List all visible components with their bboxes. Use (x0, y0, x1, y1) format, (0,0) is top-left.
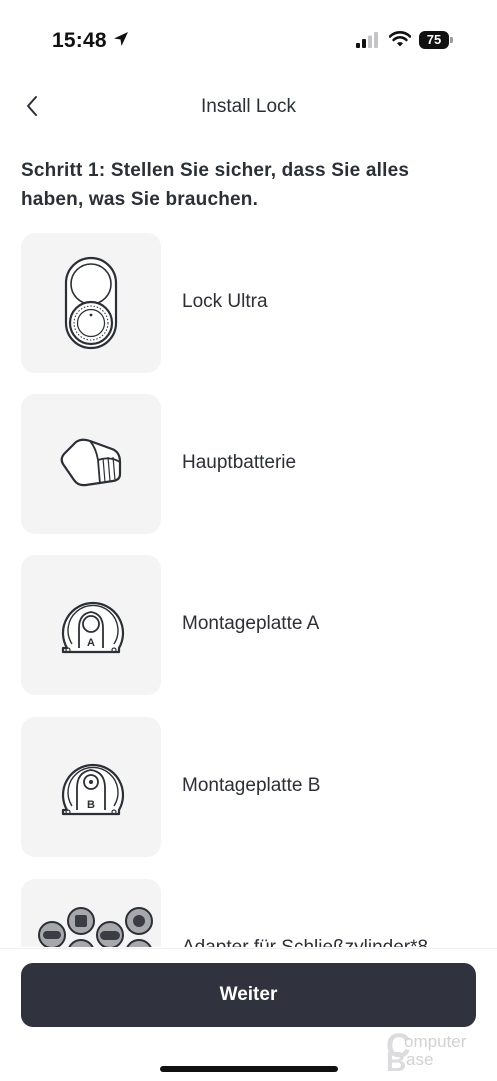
battery-level: 75 (426, 32, 442, 47)
list-item: Lock Ultra (21, 233, 481, 373)
list-item: Adapter für Schließzylinder*8 (21, 879, 481, 947)
list-item: B Montageplatte B (21, 717, 481, 857)
svg-text:ase: ase (406, 1050, 433, 1069)
nav-bar: Install Lock (0, 82, 497, 132)
battery-pack-icon (60, 438, 122, 487)
computerbase-watermark: C B omputer ase (386, 1027, 467, 1073)
home-indicator (160, 1066, 338, 1072)
item-image (21, 394, 161, 534)
item-image: B (21, 717, 161, 857)
item-label: Adapter für Schließzylinder*8 (182, 937, 428, 947)
list-item: Hauptbatterie (21, 394, 481, 534)
next-button[interactable]: Weiter (21, 963, 476, 1027)
battery-icon: 75 (419, 31, 453, 49)
item-image (21, 879, 161, 947)
status-bar: 15:48 75 (0, 0, 497, 80)
list-item: A Montageplatte A (21, 555, 481, 695)
item-label: Montageplatte B (182, 775, 321, 796)
mounting-plate-a-icon: A (61, 601, 125, 654)
item-image: A (21, 555, 161, 695)
cylinder-adapters-icon (38, 907, 153, 947)
item-image (21, 233, 161, 373)
item-label: Hauptbatterie (182, 452, 297, 473)
status-time: 15:48 (52, 29, 107, 52)
cellular-signal-icon (356, 32, 378, 48)
svg-text:B: B (87, 799, 95, 811)
step-heading: Schritt 1: Stellen Sie sicher, dass Sie … (21, 160, 410, 210)
svg-text:omputer: omputer (404, 1032, 467, 1051)
bottom-bar: Weiter C B omputer ase (0, 948, 497, 1081)
items-list: Lock Ultra Hauptbatterie A Montageplatte… (21, 233, 481, 947)
item-label: Montageplatte A (182, 613, 320, 634)
mounting-plate-b-icon: B (61, 763, 125, 816)
location-arrow-icon (114, 32, 128, 46)
wifi-icon (389, 31, 411, 47)
smart-lock-icon (64, 256, 118, 350)
item-label: Lock Ultra (182, 291, 268, 312)
page-title: Install Lock (200, 96, 297, 117)
svg-text:A: A (87, 637, 95, 649)
